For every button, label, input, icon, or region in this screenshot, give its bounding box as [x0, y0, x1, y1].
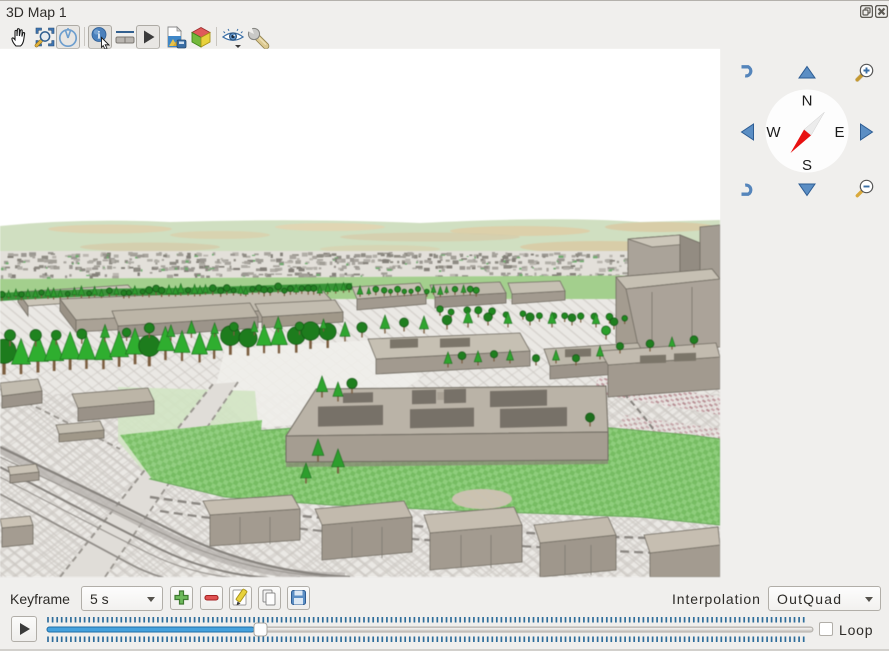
svg-text:N: N: [802, 93, 813, 110]
svg-text:S: S: [802, 157, 812, 174]
svg-text:W: W: [766, 124, 781, 141]
svg-text:E: E: [834, 124, 844, 141]
svg-text:i: i: [98, 31, 101, 42]
